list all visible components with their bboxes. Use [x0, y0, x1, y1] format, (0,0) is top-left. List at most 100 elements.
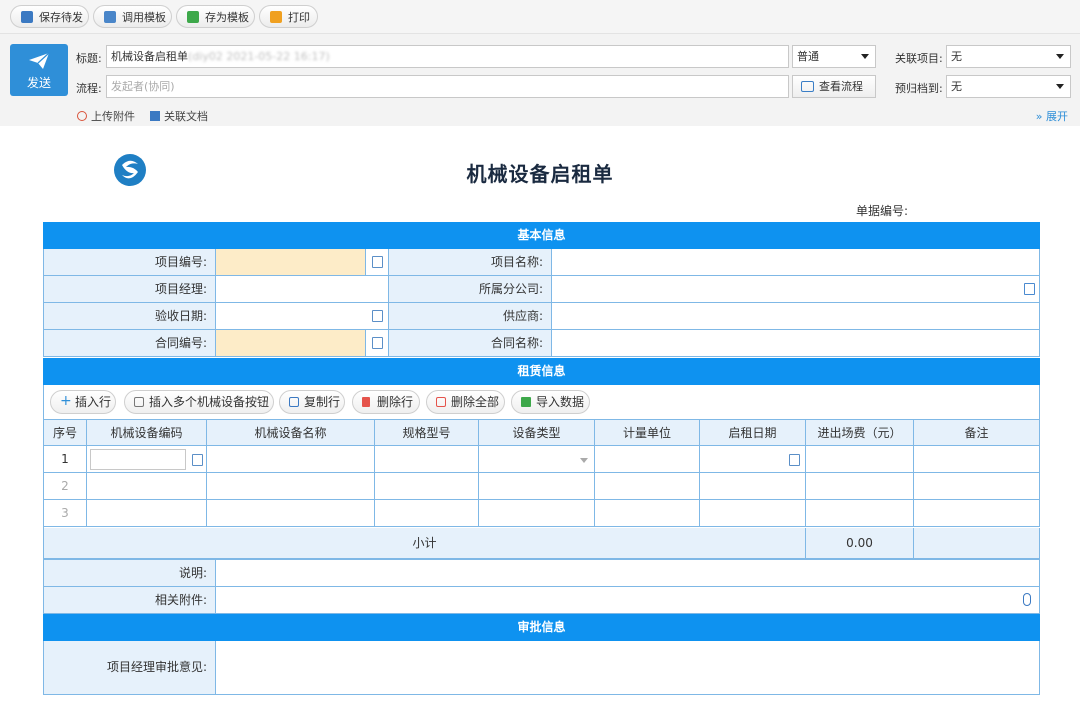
branch-company-label: 所属分公司: — [389, 276, 552, 302]
equipment-code-cell[interactable] — [87, 446, 207, 473]
project-number-picker[interactable] — [366, 249, 389, 275]
spec-model-cell[interactable] — [375, 446, 479, 473]
column-header: 机械设备编码 — [87, 420, 207, 446]
insert-row-button[interactable]: + 插入行 — [50, 390, 116, 414]
table-cell[interactable] — [595, 473, 700, 500]
calendar-icon[interactable] — [372, 310, 383, 322]
paperclip-icon[interactable] — [1023, 593, 1031, 606]
description-label: 说明: — [44, 560, 216, 586]
contract-number-input[interactable] — [216, 330, 366, 356]
list-icon — [372, 337, 383, 349]
project-number-input[interactable] — [216, 249, 366, 275]
save-template-button[interactable]: 存为模板 — [176, 5, 255, 28]
view-flow-button[interactable]: 查看流程 — [792, 75, 876, 98]
table-cell[interactable] — [806, 473, 914, 500]
attachment-label: 相关附件: — [44, 587, 216, 613]
table-cell[interactable] — [375, 473, 479, 500]
section-approval-info: 审批信息 — [43, 614, 1040, 641]
description-input[interactable] — [216, 560, 1039, 586]
table-cell[interactable] — [375, 500, 479, 527]
archive-label: 预归档到: — [895, 82, 943, 95]
template-load-icon — [104, 10, 116, 23]
select-list-icon[interactable] — [192, 454, 203, 466]
toolbar: 保存待发 调用模板 存为模板 打印 — [0, 0, 1080, 34]
save-draft-button[interactable]: 保存待发 — [10, 5, 89, 28]
branch-company-input[interactable] — [552, 276, 1039, 302]
project-name-input[interactable] — [552, 249, 1039, 275]
copy-row-button[interactable]: 复制行 — [279, 390, 345, 414]
expand-link[interactable]: » 展开 — [1036, 108, 1068, 124]
calendar-icon[interactable] — [789, 454, 800, 466]
insert-multiple-icon — [134, 397, 144, 407]
attachment-input[interactable] — [216, 587, 1039, 613]
lease-action-bar: + 插入行 插入多个机械设备按钮 复制行 删除行 删除全部 导入数据 — [43, 385, 1040, 420]
contract-number-picker[interactable] — [366, 330, 389, 356]
priority-select[interactable]: 普通 — [792, 45, 876, 68]
table-cell[interactable] — [479, 473, 595, 500]
trash-icon — [362, 397, 370, 407]
table-cell[interactable] — [479, 500, 595, 527]
column-header: 机械设备名称 — [207, 420, 375, 446]
delete-all-icon — [436, 397, 446, 407]
table-cell[interactable] — [806, 500, 914, 527]
print-icon — [270, 10, 282, 23]
column-header: 进出场费（元） — [806, 420, 914, 446]
table-cell[interactable] — [207, 473, 375, 500]
bank-icon[interactable] — [1024, 283, 1035, 295]
equipment-name-cell[interactable] — [207, 446, 375, 473]
load-template-button[interactable]: 调用模板 — [93, 5, 172, 28]
supplier-label: 供应商: — [389, 303, 552, 329]
table-cell[interactable] — [914, 473, 1040, 500]
equipment-code-input[interactable] — [90, 449, 186, 470]
send-label: 发送 — [26, 76, 51, 90]
lease-table: 序号 机械设备编码 机械设备名称 规格型号 设备类型 计量单位 启租日期 进出场… — [43, 420, 1040, 530]
table-cell[interactable] — [87, 473, 207, 500]
double-chevron-down-icon: » — [1035, 110, 1043, 123]
remark-cell[interactable] — [914, 446, 1040, 473]
column-header: 设备类型 — [479, 420, 595, 446]
acceptance-date-input[interactable] — [216, 303, 389, 329]
form-row: 验收日期: 供应商: — [43, 303, 1040, 330]
delete-row-button[interactable]: 删除行 — [352, 390, 420, 414]
entry-exit-fee-cell[interactable] — [806, 446, 914, 473]
archive-select[interactable]: 无 — [946, 75, 1071, 98]
chevron-down-icon — [1056, 54, 1064, 59]
unit-cell[interactable] — [595, 446, 700, 473]
paperclip-icon — [77, 111, 87, 121]
import-data-button[interactable]: 导入数据 — [511, 390, 590, 414]
row-number: 2 — [44, 473, 87, 500]
list-icon — [372, 256, 383, 268]
upload-attachment-link[interactable]: 上传附件 — [77, 108, 135, 124]
flow-input[interactable]: 发起者(协同) — [106, 75, 789, 98]
subtotal-remark — [914, 528, 1039, 558]
supplier-input[interactable] — [552, 303, 1039, 329]
delete-all-button[interactable]: 删除全部 — [426, 390, 505, 414]
form-title: 机械设备启租单 — [466, 162, 614, 186]
manager-approval-input[interactable] — [216, 641, 1039, 694]
contract-name-input[interactable] — [552, 330, 1039, 356]
template-save-icon — [187, 10, 199, 23]
related-project-select[interactable]: 无 — [946, 45, 1071, 68]
copy-icon — [289, 397, 299, 407]
table-cell[interactable] — [595, 500, 700, 527]
title-input[interactable]: 机械设备启租单(diy02 2021-05-22 16:17) — [106, 45, 789, 68]
table-cell[interactable] — [207, 500, 375, 527]
print-button[interactable]: 打印 — [259, 5, 318, 28]
form-row: 项目经理: 所属分公司: — [43, 276, 1040, 303]
section-lease-info: 租赁信息 — [43, 358, 1040, 385]
column-header: 序号 — [44, 420, 87, 446]
equipment-type-select[interactable] — [479, 446, 595, 473]
table-cell[interactable] — [914, 500, 1040, 527]
subtotal-label: 小计 — [44, 528, 806, 558]
related-document-link[interactable]: 关联文档 — [150, 108, 208, 124]
insert-multiple-equipment-button[interactable]: 插入多个机械设备按钮 — [124, 390, 274, 414]
start-date-cell[interactable] — [700, 446, 806, 473]
project-manager-input[interactable] — [216, 276, 389, 302]
table-cell[interactable] — [87, 500, 207, 527]
table-cell[interactable] — [700, 473, 806, 500]
table-cell[interactable] — [700, 500, 806, 527]
send-button[interactable]: 发送 — [10, 44, 68, 96]
project-name-label: 项目名称: — [389, 249, 552, 275]
title-label: 标题: — [76, 52, 102, 65]
chevron-down-icon — [580, 458, 588, 463]
